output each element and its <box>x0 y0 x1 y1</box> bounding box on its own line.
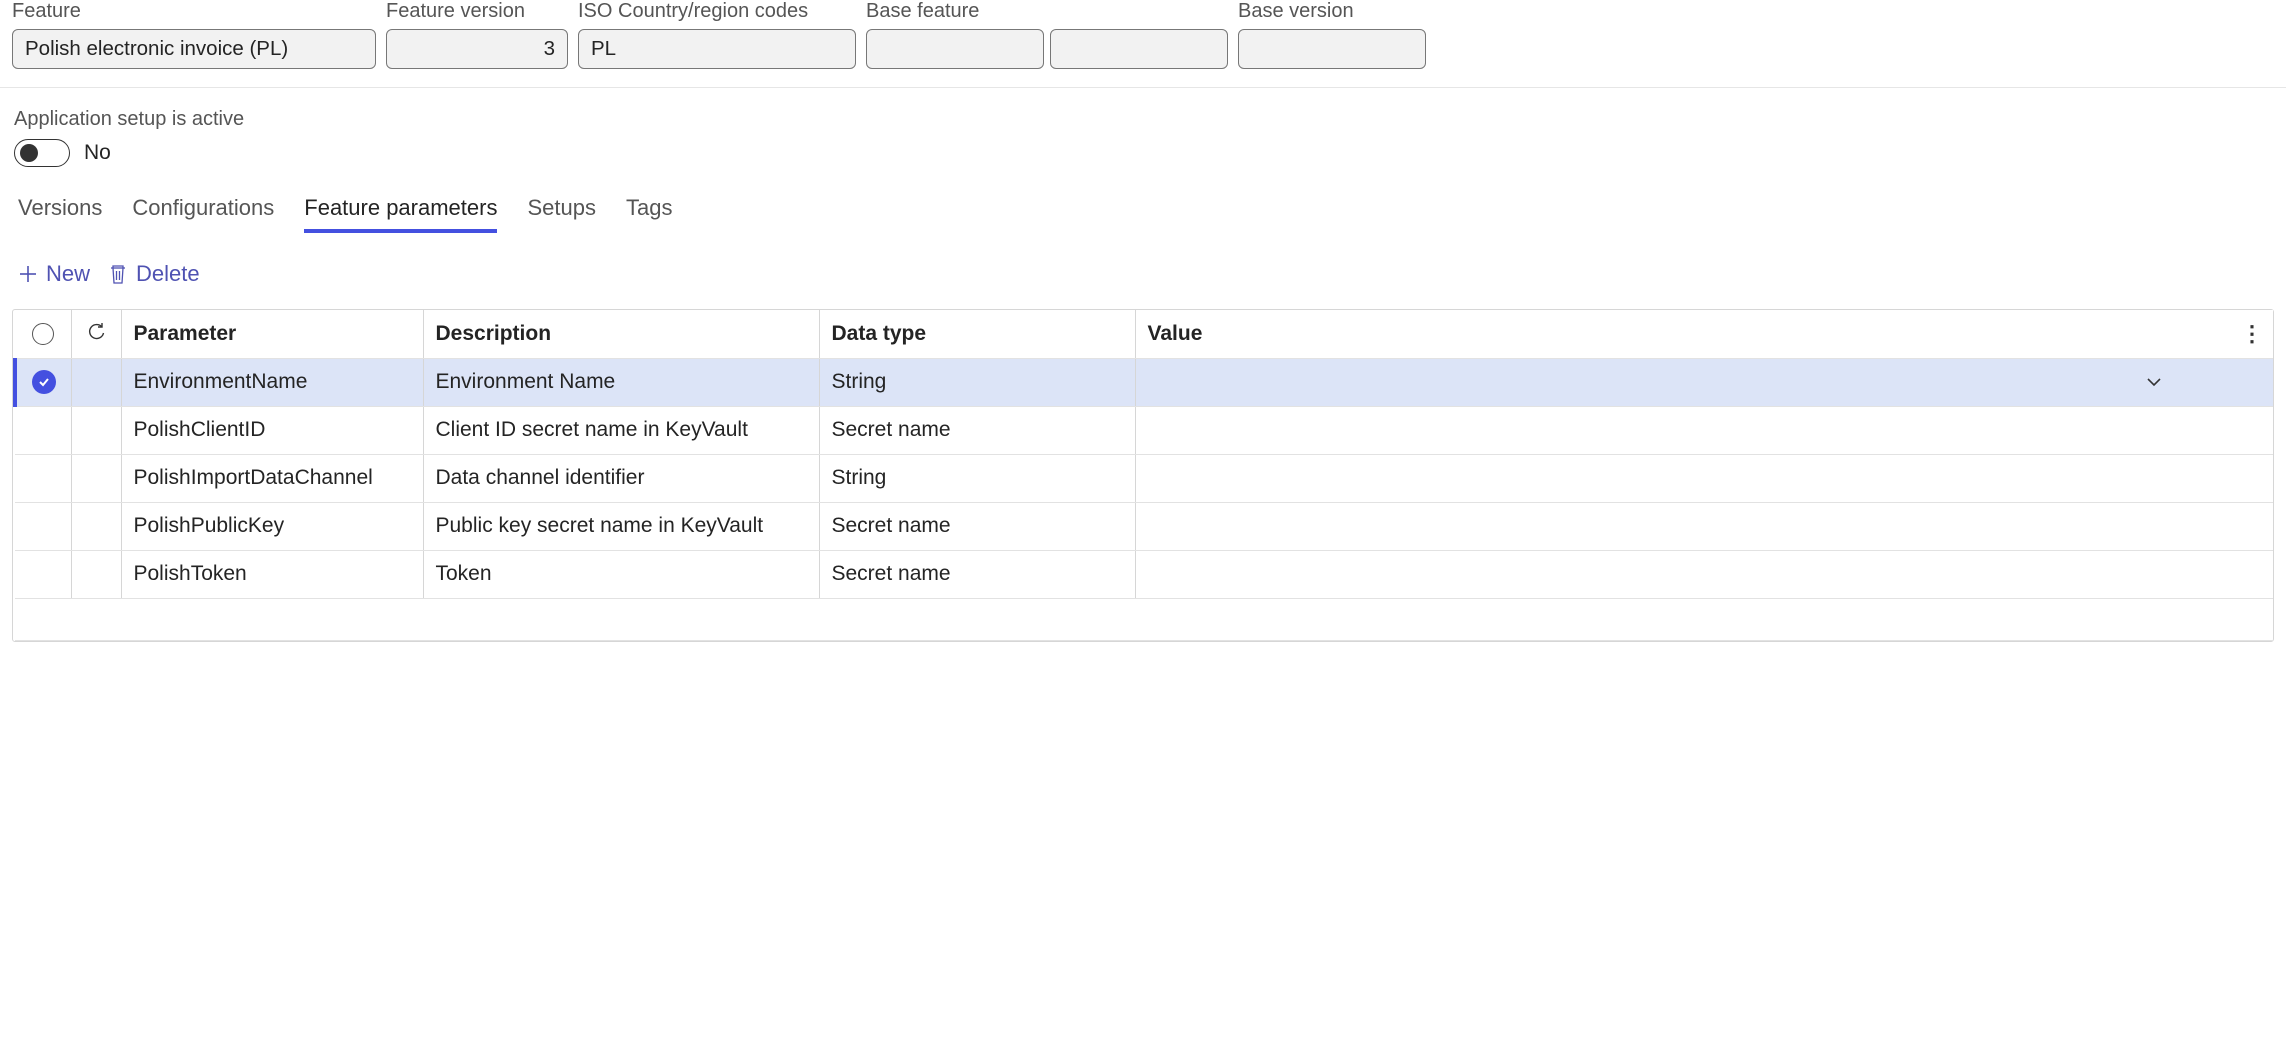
cell-value[interactable] <box>1135 358 2273 406</box>
cell-value[interactable] <box>1135 406 2273 454</box>
app-setup-toggle[interactable] <box>14 139 70 167</box>
cell-description[interactable]: Public key secret name in KeyVault <box>423 502 819 550</box>
cell-data-type[interactable]: String <box>819 454 1135 502</box>
cell-description[interactable]: Token <box>423 550 819 598</box>
tab-feature-parameters[interactable]: Feature parameters <box>304 195 497 233</box>
row-status <box>71 502 121 550</box>
base-version-field: Base version <box>1238 0 1426 69</box>
cell-value[interactable] <box>1135 454 2273 502</box>
new-button[interactable]: New <box>18 261 90 287</box>
cell-data-type[interactable]: Secret name <box>819 406 1135 454</box>
cell-description[interactable]: Client ID secret name in KeyVault <box>423 406 819 454</box>
cell-description[interactable]: Environment Name <box>423 358 819 406</box>
iso-codes-label: ISO Country/region codes <box>578 0 856 23</box>
cell-parameter[interactable]: PolishToken <box>121 550 423 598</box>
feature-label: Feature <box>12 0 376 23</box>
cell-parameter[interactable]: PolishImportDataChannel <box>121 454 423 502</box>
col-parameter[interactable]: Parameter <box>121 310 423 358</box>
col-data-type[interactable]: Data type <box>819 310 1135 358</box>
new-label: New <box>46 261 90 287</box>
row-status <box>71 550 121 598</box>
feature-version-field: Feature version <box>386 0 568 69</box>
table-row[interactable]: PolishImportDataChannel Data channel ide… <box>15 454 2273 502</box>
cell-description[interactable]: Data channel identifier <box>423 454 819 502</box>
cell-value[interactable] <box>1135 502 2273 550</box>
row-select[interactable] <box>15 550 71 598</box>
tab-versions[interactable]: Versions <box>18 195 102 233</box>
row-status <box>71 406 121 454</box>
col-description[interactable]: Description <box>423 310 819 358</box>
refresh-header[interactable] <box>71 310 121 358</box>
cell-parameter[interactable]: EnvironmentName <box>121 358 423 406</box>
iso-codes-field: ISO Country/region codes <box>578 0 856 69</box>
chevron-down-icon[interactable] <box>2145 370 2163 394</box>
divider <box>0 87 2286 88</box>
plus-icon <box>18 264 38 284</box>
cell-parameter[interactable]: PolishPublicKey <box>121 502 423 550</box>
select-all-header[interactable] <box>15 310 71 358</box>
header-form-row: Feature Feature version ISO Country/regi… <box>0 0 2286 69</box>
app-setup-toggle-row: No <box>0 131 2286 167</box>
app-setup-label: Application setup is active <box>0 108 2286 131</box>
row-status <box>71 454 121 502</box>
base-feature-input-1[interactable] <box>866 29 1044 69</box>
tab-setups[interactable]: Setups <box>527 195 596 233</box>
kebab-icon[interactable]: ⋮ <box>2241 321 2263 347</box>
feature-version-input[interactable] <box>386 29 568 69</box>
iso-codes-input[interactable] <box>578 29 856 69</box>
row-select[interactable] <box>15 406 71 454</box>
cell-data-type[interactable]: Secret name <box>819 502 1135 550</box>
tab-configurations[interactable]: Configurations <box>132 195 274 233</box>
feature-input[interactable] <box>12 29 376 69</box>
cell-data-type[interactable]: Secret name <box>819 550 1135 598</box>
app-setup-value: No <box>84 141 111 165</box>
refresh-icon <box>86 321 106 341</box>
tabs: Versions Configurations Feature paramete… <box>0 167 2286 233</box>
table-row[interactable]: PolishToken Token Secret name <box>15 550 2273 598</box>
row-select[interactable] <box>15 454 71 502</box>
feature-version-label: Feature version <box>386 0 568 23</box>
base-feature-label: Base feature <box>866 0 1228 23</box>
base-version-label: Base version <box>1238 0 1426 23</box>
grid-toolbar: New Delete <box>0 233 2286 301</box>
table-row[interactable]: PolishPublicKey Public key secret name i… <box>15 502 2273 550</box>
circle-icon <box>32 323 54 345</box>
grid: Parameter Description Data type Value ⋮ … <box>12 309 2274 642</box>
row-select[interactable] <box>15 358 71 406</box>
grid-header-row: Parameter Description Data type Value ⋮ <box>15 310 2273 358</box>
table-row[interactable]: PolishClientID Client ID secret name in … <box>15 406 2273 454</box>
base-feature-field: Base feature <box>866 0 1228 69</box>
cell-value[interactable] <box>1135 550 2273 598</box>
delete-label: Delete <box>136 261 200 287</box>
cell-data-type[interactable]: String <box>819 358 1135 406</box>
col-value[interactable]: Value ⋮ <box>1135 310 2273 358</box>
row-status <box>71 358 121 406</box>
check-circle-icon <box>32 370 56 394</box>
base-feature-input-2[interactable] <box>1050 29 1228 69</box>
cell-parameter[interactable]: PolishClientID <box>121 406 423 454</box>
feature-field: Feature <box>12 0 376 69</box>
delete-button[interactable]: Delete <box>108 261 200 287</box>
empty-row <box>15 598 2273 640</box>
table-row[interactable]: EnvironmentName Environment Name String <box>15 358 2273 406</box>
trash-icon <box>108 263 128 285</box>
row-select[interactable] <box>15 502 71 550</box>
tab-tags[interactable]: Tags <box>626 195 672 233</box>
base-version-input[interactable] <box>1238 29 1426 69</box>
